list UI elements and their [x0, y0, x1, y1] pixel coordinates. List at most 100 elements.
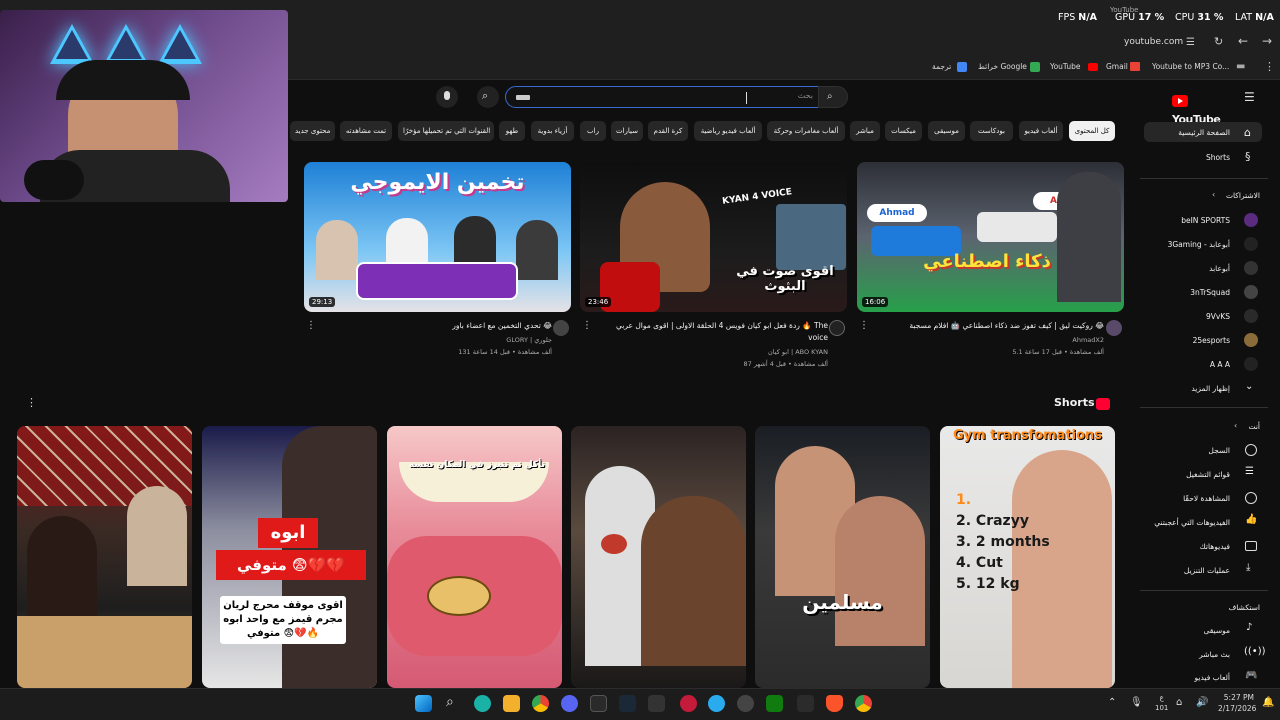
sidebar-playlists[interactable]: قوائم التشغيل — [1186, 470, 1230, 479]
chip-all[interactable]: كل المحتوى — [1069, 121, 1115, 141]
notifications-icon[interactable]: 🔔 — [1262, 697, 1274, 708]
video-title-1[interactable]: تحدي التخمين مع اعضاء باور 😂 — [322, 320, 552, 332]
clock[interactable]: 5:27 PM 2/17/2026 — [1218, 692, 1256, 714]
bookmark-maps[interactable]: خرائط Google — [978, 62, 1027, 71]
back-icon[interactable]: → — [1262, 34, 1272, 48]
chip-cooking[interactable]: طهو — [499, 121, 525, 141]
sidebar-liked[interactable]: الفيديوهات التي أعجبتني — [1154, 518, 1230, 527]
short-3[interactable]: تأكل ثم تتبرز في المكان نفسه — [387, 426, 562, 688]
shelf-more-icon[interactable]: ⋮ — [26, 396, 37, 409]
guide-menu-icon[interactable]: ☰ — [1244, 90, 1255, 104]
microphone-icon[interactable]: 🎙 — [1130, 697, 1143, 708]
chip-action-games[interactable]: ألعاب مغامرات وحركة — [767, 121, 845, 141]
more-options-icon[interactable]: ⋮ — [582, 320, 592, 331]
search-alt-button[interactable]: ⌕ — [477, 86, 499, 108]
short-1[interactable] — [17, 426, 192, 688]
keyboard-icon[interactable] — [516, 95, 530, 100]
xbox-icon[interactable] — [766, 695, 783, 712]
sidebar-music[interactable]: موسيقى — [1204, 626, 1230, 635]
sidebar-sub-6[interactable]: A A A — [1210, 360, 1230, 369]
sidebar-sub-4[interactable]: 9VvKS — [1206, 312, 1230, 321]
settings-icon[interactable] — [737, 695, 754, 712]
channel-avatar-2[interactable] — [829, 320, 845, 336]
forward-icon[interactable]: ← — [1238, 34, 1248, 48]
epic-games-icon[interactable] — [590, 695, 607, 712]
chip-music[interactable]: موسيقى — [928, 121, 965, 141]
sidebar-sub-3[interactable]: 3nTrSquad — [1190, 288, 1230, 297]
chip-podcast[interactable]: بودكاست — [970, 121, 1013, 141]
more-options-icon[interactable]: ⋮ — [306, 320, 316, 331]
chip-rap[interactable]: راب — [580, 121, 606, 141]
sidebar-sub-5[interactable]: 25esports — [1193, 336, 1230, 345]
network-icon[interactable]: ⌂ — [1176, 697, 1182, 708]
youtube-logo[interactable]: YouTube SA — [1172, 90, 1232, 139]
search-icon[interactable]: ⌕ — [446, 694, 454, 710]
steam-icon[interactable] — [619, 695, 636, 712]
file-explorer-icon[interactable] — [503, 695, 520, 712]
short-4[interactable] — [571, 426, 746, 688]
input-indicator[interactable]: ع 101 — [1155, 693, 1168, 713]
sidebar-sub-0[interactable]: beIN SPORTS — [1181, 216, 1230, 225]
chip-football[interactable]: كرة القدم — [648, 121, 688, 141]
more-options-icon[interactable]: ⋮ — [859, 320, 869, 331]
chip-cars[interactable]: سيارات — [611, 121, 643, 141]
telegram-icon[interactable] — [708, 695, 725, 712]
channel-avatar-1[interactable] — [553, 320, 569, 336]
chip-live[interactable]: مباشر — [850, 121, 880, 141]
chip-new[interactable]: محتوى جديد — [290, 121, 335, 141]
bookmark-more-icon[interactable]: ▬ — [1236, 61, 1245, 72]
chip-sports-games[interactable]: ألعاب فيديو رياضية — [694, 121, 762, 141]
app-icon[interactable] — [797, 695, 814, 712]
subscriptions-header[interactable]: الاشتراكات — [1226, 191, 1260, 200]
short-2[interactable]: ابوه متوفي 😨💔💔 اقوى موقف محرج لريان مجرم… — [202, 426, 377, 688]
url-text[interactable]: youtube.com — [1124, 37, 1183, 47]
video-title-2[interactable]: ردة فعل ابو كيان فويس 4 الحلقة الاولى | … — [598, 320, 828, 344]
chip-fashion[interactable]: أزياء بدوية — [531, 121, 574, 141]
sidebar-watch-later[interactable]: المشاهدة لاحقًا — [1183, 494, 1230, 503]
short-5[interactable]: مسلمين — [755, 426, 930, 688]
channel-name-2[interactable]: ابو كيان | ABO KYAN — [598, 346, 828, 358]
short-6[interactable]: Gym transfomations 1. 2. Crazyy 3. 2 mon… — [940, 426, 1115, 688]
grid-icon[interactable]: ⋮ — [1264, 60, 1275, 73]
chrome-icon[interactable] — [855, 695, 872, 712]
you-header[interactable]: أنت — [1248, 422, 1260, 431]
site-settings-icon[interactable]: ☰ — [1186, 37, 1195, 48]
chip-watched[interactable]: تمت مشاهدته — [340, 121, 392, 141]
sidebar-history[interactable]: السجل — [1208, 446, 1230, 455]
video-thumbnail-1[interactable]: تخمين الايموجي 29:13 — [304, 162, 571, 312]
search-input[interactable]: بحث — [505, 86, 820, 108]
search-button[interactable]: ⌕ — [818, 86, 848, 108]
brave-icon[interactable] — [826, 695, 843, 712]
chrome-icon[interactable] — [532, 695, 549, 712]
tab-title[interactable]: YouTube — [1110, 6, 1138, 14]
sidebar-item-shorts[interactable]: Shorts — [1206, 153, 1230, 162]
chip-recently-uploaded[interactable]: القنوات التي تم تحميلها مؤخرًا — [398, 121, 494, 141]
sidebar-sub-2[interactable]: أبوعابد — [1209, 264, 1230, 273]
bookmark-yt-mp3[interactable]: Youtube to MP3 Co... — [1152, 62, 1229, 71]
bookmark-youtube[interactable]: YouTube — [1050, 62, 1081, 71]
video-thumbnail-2[interactable]: KYAN 4 VOICE اقوى صوت في البثوث 23:46 — [580, 162, 847, 312]
sidebar-your-videos[interactable]: فيديوهاتك — [1200, 542, 1230, 551]
record-icon[interactable] — [680, 695, 697, 712]
reload-icon[interactable]: ↻ — [1214, 35, 1223, 48]
voice-search-button[interactable] — [436, 86, 458, 108]
sidebar-live[interactable]: بث مباشر — [1199, 650, 1230, 659]
video-title-3[interactable]: روكيت ليق | كيف تفوز ضد ذكاء اصطناعي 🤖 ا… — [874, 320, 1104, 332]
app-icon[interactable] — [648, 695, 665, 712]
channel-name-3[interactable]: AhmadX2 — [874, 334, 1104, 346]
sidebar-sub-1[interactable]: 3Gaming - أبوعابد — [1168, 240, 1230, 249]
volume-icon[interactable]: 🔊 — [1196, 697, 1208, 708]
channel-avatar-3[interactable] — [1106, 320, 1122, 336]
video-thumbnail-3[interactable]: Ahmad Ai ذكاء اصطناعي 16:06 — [857, 162, 1124, 312]
edge-icon[interactable] — [474, 695, 491, 712]
sidebar-show-more[interactable]: إظهار المزيد — [1191, 384, 1230, 393]
channel-name-1[interactable]: GLORY | جلوري — [322, 334, 552, 346]
bookmark-translate[interactable]: ترجمة — [932, 62, 951, 71]
windows-start-icon[interactable] — [415, 695, 432, 712]
chip-gaming[interactable]: ألعاب فيديو — [1019, 121, 1063, 141]
discord-icon[interactable] — [561, 695, 578, 712]
tray-overflow-icon[interactable]: ⌃ — [1108, 697, 1116, 708]
bookmark-gmail[interactable]: Gmail — [1106, 62, 1128, 71]
sidebar-gaming[interactable]: ألعاب فيديو — [1195, 673, 1230, 682]
chip-mixes[interactable]: ميكسات — [885, 121, 922, 141]
